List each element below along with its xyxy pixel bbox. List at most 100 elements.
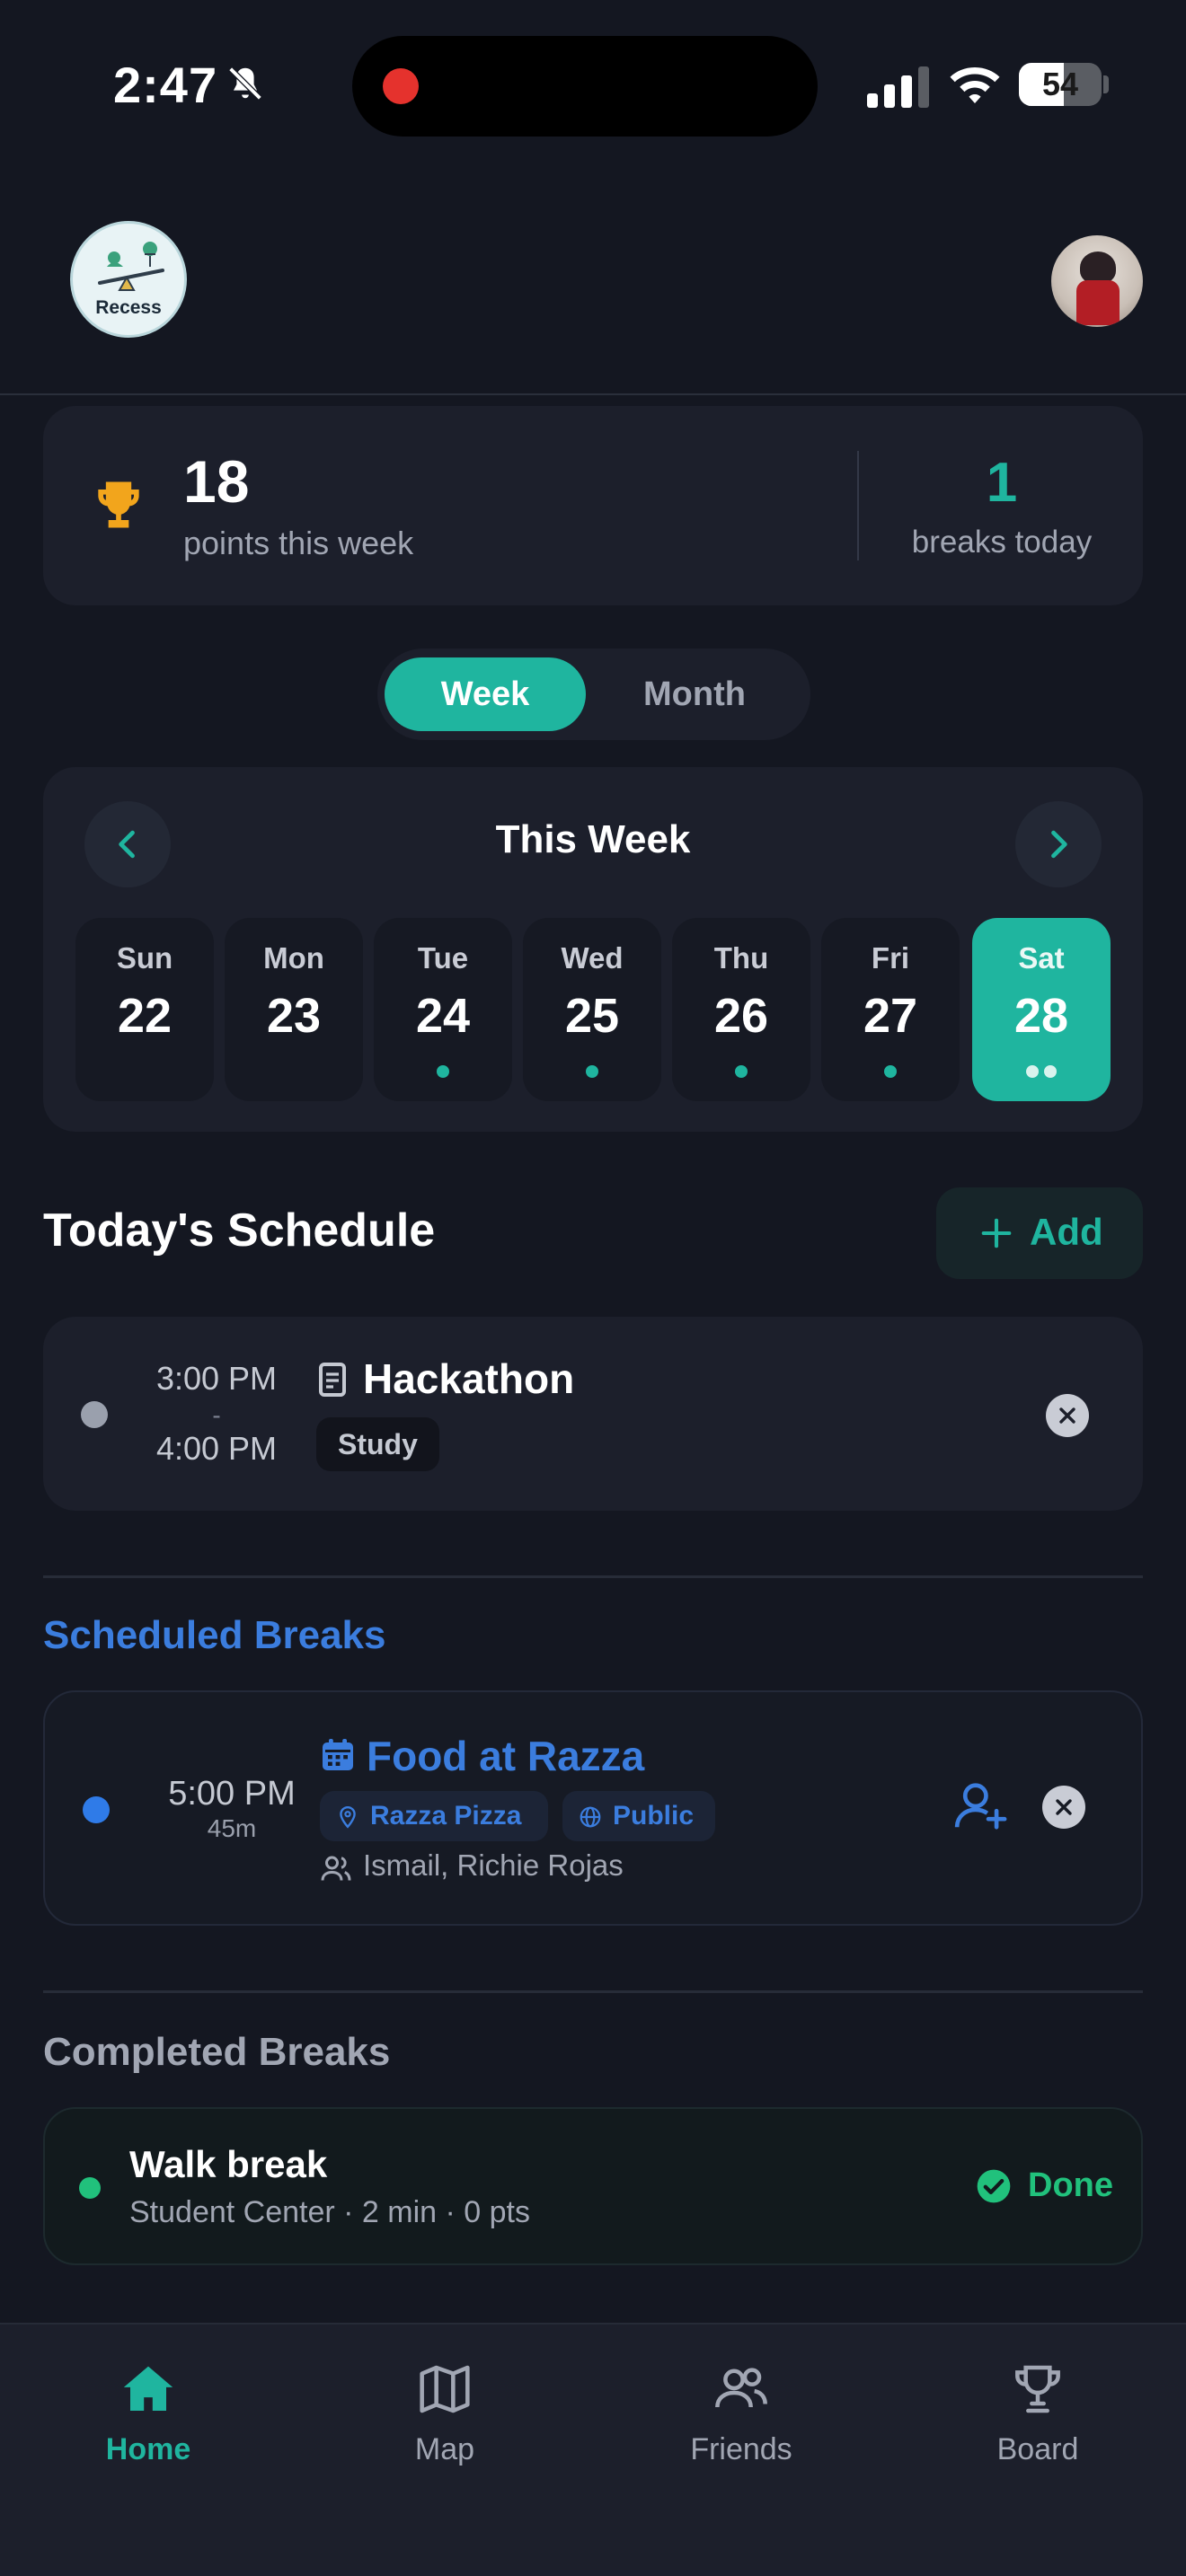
day-number: 26 <box>713 989 769 1043</box>
close-icon <box>1056 1799 1072 1815</box>
bell-muted-icon <box>227 66 263 101</box>
activity-dots <box>672 1065 810 1078</box>
activity-dot <box>1026 1065 1039 1078</box>
day-tue[interactable]: Tue 24 <box>374 918 512 1101</box>
section-divider <box>43 1575 1143 1578</box>
remove-break-button[interactable] <box>1042 1786 1085 1829</box>
day-name: Tue <box>417 941 469 975</box>
people-icon <box>321 1856 351 1881</box>
completed-status-label: Done <box>1028 2166 1113 2204</box>
activity-dot <box>735 1065 748 1078</box>
activity-dots <box>225 1065 363 1078</box>
day-number: 23 <box>266 989 322 1043</box>
location-chip[interactable]: Razza Pizza <box>320 1791 548 1841</box>
plus-icon <box>981 1218 1012 1248</box>
day-number: 24 <box>415 989 471 1043</box>
breaks-today-value: 1 <box>986 452 1018 514</box>
activity-dot <box>586 1065 598 1078</box>
event-time-separator: - <box>212 1401 221 1429</box>
day-number: 25 <box>564 989 620 1043</box>
day-fri[interactable]: Fri 27 <box>821 918 960 1101</box>
event-title: Hackathon <box>363 1355 575 1402</box>
profile-avatar[interactable] <box>1051 235 1143 327</box>
status-bar: 2:47 54 <box>0 0 1186 171</box>
scheduled-break-card[interactable]: 5:00 PM 45m Food at Razza Razza Pizza Pu… <box>43 1690 1143 1926</box>
tab-label: Friends <box>690 2432 792 2466</box>
avatar-figure-body <box>1076 280 1120 325</box>
globe-icon <box>580 1806 601 1828</box>
add-person-icon[interactable] <box>952 1778 1008 1834</box>
break-status-dot <box>83 1796 110 1823</box>
calendar-icon <box>323 1739 353 1770</box>
schedule-title: Today's Schedule <box>43 1204 436 1257</box>
status-time: 2:47 <box>113 57 218 113</box>
day-sat[interactable]: Sat 28 <box>972 918 1111 1101</box>
add-event-button[interactable]: Add <box>936 1187 1143 1279</box>
trophy-icon <box>1015 2365 1060 2413</box>
friends-icon <box>715 2368 767 2408</box>
day-name: Sun <box>116 941 173 975</box>
event-end-time: 4:00 PM <box>155 1430 278 1467</box>
next-week-button[interactable] <box>1015 801 1102 887</box>
activity-dot <box>1044 1065 1057 1078</box>
dynamic-island <box>352 36 818 137</box>
event-status-dot <box>81 1401 108 1428</box>
recording-indicator <box>383 68 419 104</box>
day-thu[interactable]: Thu 26 <box>672 918 810 1101</box>
tab-home[interactable]: Home <box>0 2325 296 2504</box>
points-value: 18 <box>183 448 250 515</box>
completed-status-dot <box>79 2177 101 2199</box>
remove-event-button[interactable] <box>1046 1394 1089 1437</box>
location-label: Razza Pizza <box>370 1801 522 1831</box>
battery-tip <box>1103 75 1109 93</box>
recess-logo[interactable]: Recess <box>70 221 187 338</box>
break-time: 5:00 PM <box>168 1775 296 1813</box>
tab-board[interactable]: Board <box>890 2325 1186 2504</box>
home-icon <box>123 2366 173 2411</box>
app-header: Recess <box>0 171 1186 395</box>
completed-break-title: Walk break <box>129 2143 328 2185</box>
activity-dot <box>884 1065 897 1078</box>
tab-label: Map <box>414 2432 475 2466</box>
logo-text: Recess <box>95 297 162 318</box>
tab-friends[interactable]: Friends <box>593 2325 890 2504</box>
tab-map[interactable]: Map <box>296 2325 593 2504</box>
activity-dots <box>75 1065 214 1078</box>
cellular-signal-icon <box>867 66 929 108</box>
completed-break-card[interactable]: Walk break Student Center · 2 min · 0 pt… <box>43 2107 1143 2265</box>
visibility-label: Public <box>613 1801 695 1831</box>
points-card: 18 points this week 1 breaks today <box>43 406 1143 605</box>
day-name: Thu <box>713 941 769 975</box>
home-screen: 2:47 54 Recess 18 points this week 1 bre… <box>0 0 1186 2576</box>
break-title: Food at Razza <box>367 1733 645 1779</box>
toggle-month[interactable]: Month <box>586 657 803 731</box>
day-wed[interactable]: Wed 25 <box>523 918 661 1101</box>
event-start-time: 3:00 PM <box>155 1360 278 1397</box>
week-calendar: This Week Sun 22 Mon 23 Tue 24 Wed 25 Thu 26 Fri 27… <box>43 767 1143 1132</box>
day-number: 22 <box>117 989 173 1043</box>
activity-dots <box>523 1065 661 1078</box>
breaks-today-label: breaks today <box>911 525 1093 560</box>
day-strip: Sun 22 Mon 23 Tue 24 Wed 25 Thu 26 Fri 27 Sat 28 <box>75 918 1111 1101</box>
day-sun[interactable]: Sun 22 <box>75 918 214 1101</box>
trophy-icon <box>98 481 139 528</box>
visibility-chip[interactable]: Public <box>562 1791 715 1841</box>
bottom-tab-bar: Home Map Friends Board <box>0 2323 1186 2576</box>
toggle-week[interactable]: Week <box>385 657 586 731</box>
view-toggle: Week Month <box>377 648 810 740</box>
day-mon[interactable]: Mon 23 <box>225 918 363 1101</box>
location-pin-icon <box>340 1805 356 1829</box>
break-duration: 45m <box>207 1814 257 1842</box>
section-divider <box>43 1990 1143 1993</box>
schedule-event-card[interactable]: 3:00 PM - 4:00 PM Hackathon Study <box>43 1317 1143 1511</box>
tab-label: Home <box>105 2432 191 2466</box>
completed-breaks-title: Completed Breaks <box>43 2030 391 2074</box>
activity-dots <box>821 1065 960 1078</box>
avatar-figure-head <box>1080 251 1116 284</box>
seesaw-icon <box>98 242 164 291</box>
event-category-tag: Study <box>316 1417 439 1471</box>
stats-divider <box>857 451 859 560</box>
day-name: Wed <box>561 941 624 975</box>
day-number: 28 <box>1013 989 1069 1043</box>
day-number: 27 <box>863 989 918 1043</box>
